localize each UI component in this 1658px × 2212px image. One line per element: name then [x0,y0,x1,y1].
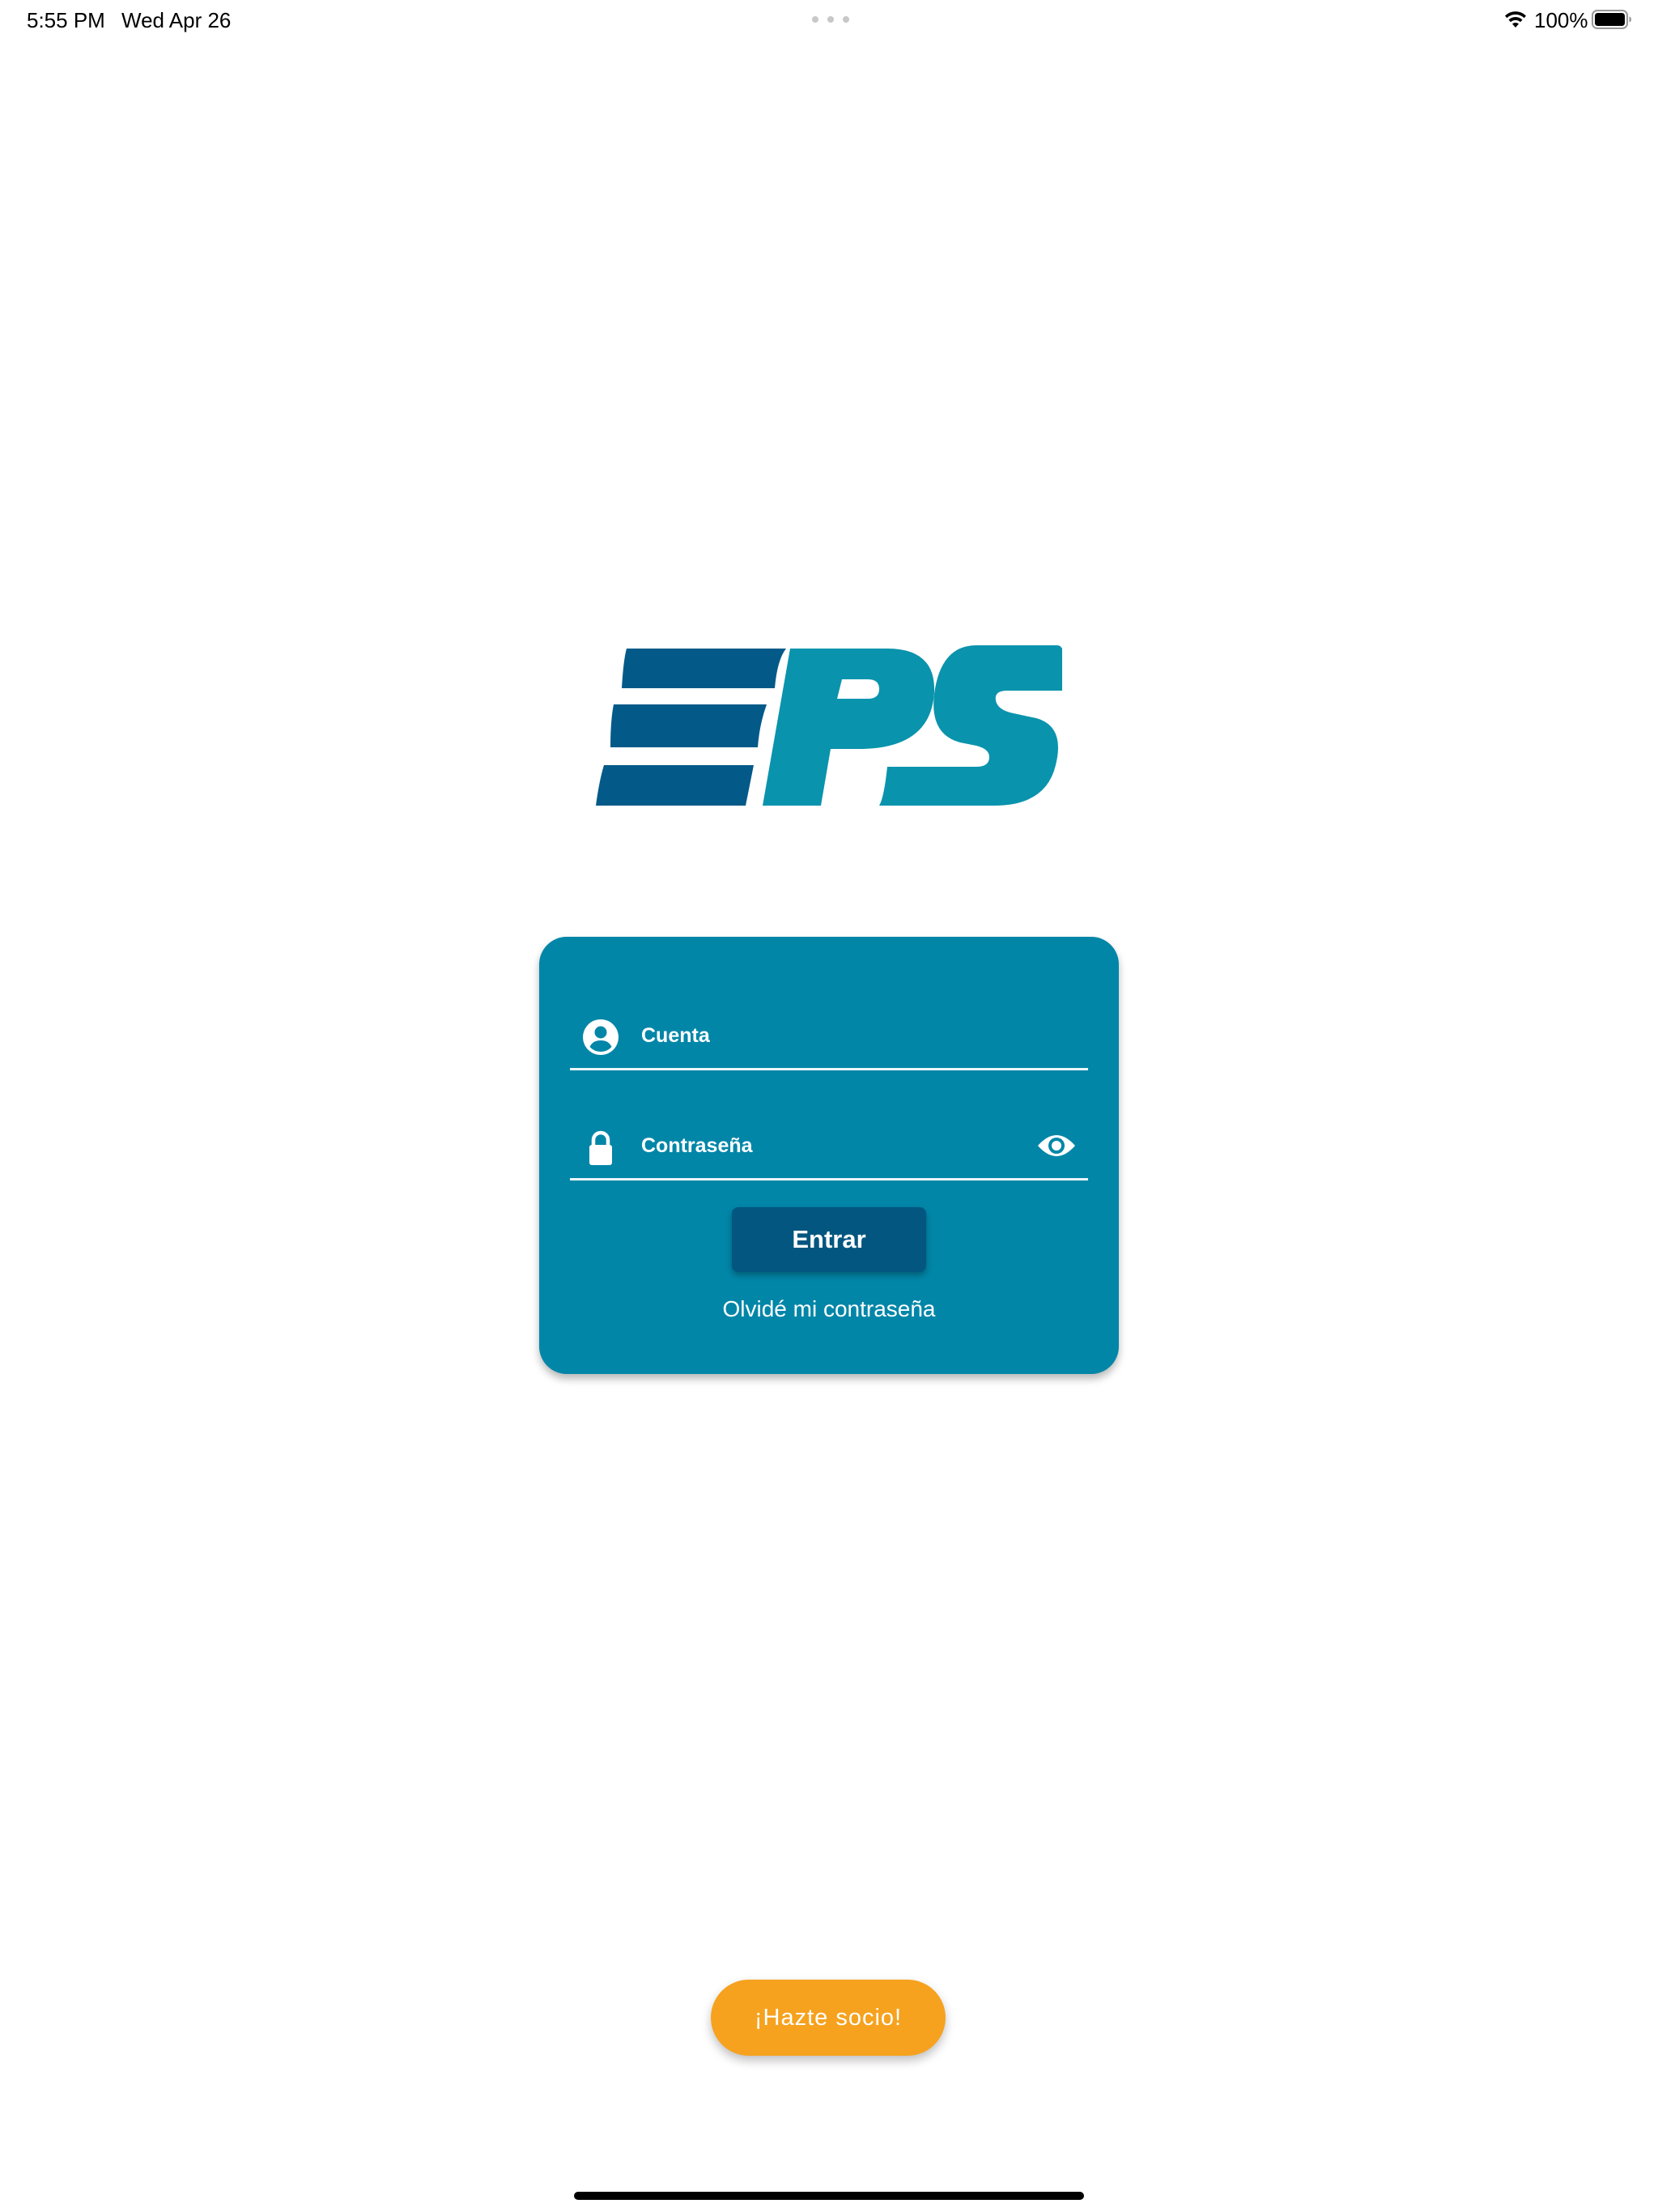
login-screen: 5:55 PM Wed Apr 26 100% Cuenta Contraseñ… [0,0,1658,2212]
eps-logo [596,645,1062,806]
wifi-icon [1505,11,1526,28]
join-button[interactable]: ¡Hazte socio! [711,1980,946,2056]
password-label: Contraseña [641,1134,753,1157]
account-field[interactable]: Cuenta [570,987,1088,1070]
battery-full-icon [1592,10,1631,29]
account-circle-icon [583,1019,619,1055]
forgot-password-link[interactable]: Olvidé mi contraseña [539,1296,1119,1322]
battery-percentage: 100% [1534,8,1588,32]
password-field[interactable]: Contraseña [570,1097,1088,1180]
login-card: Cuenta Contraseña Entrar Olvidé mi contr… [539,937,1119,1374]
multitasking-dots-icon[interactable] [812,16,849,23]
status-date: Wed Apr 26 [121,8,232,32]
lock-icon [589,1130,612,1165]
account-label: Cuenta [641,1024,710,1047]
status-time: 5:55 PM [27,8,105,32]
home-indicator[interactable] [574,2192,1084,2200]
status-bar: 5:55 PM Wed Apr 26 100% [0,0,1658,39]
enter-button[interactable]: Entrar [732,1207,926,1272]
eye-icon[interactable] [1036,1129,1077,1162]
